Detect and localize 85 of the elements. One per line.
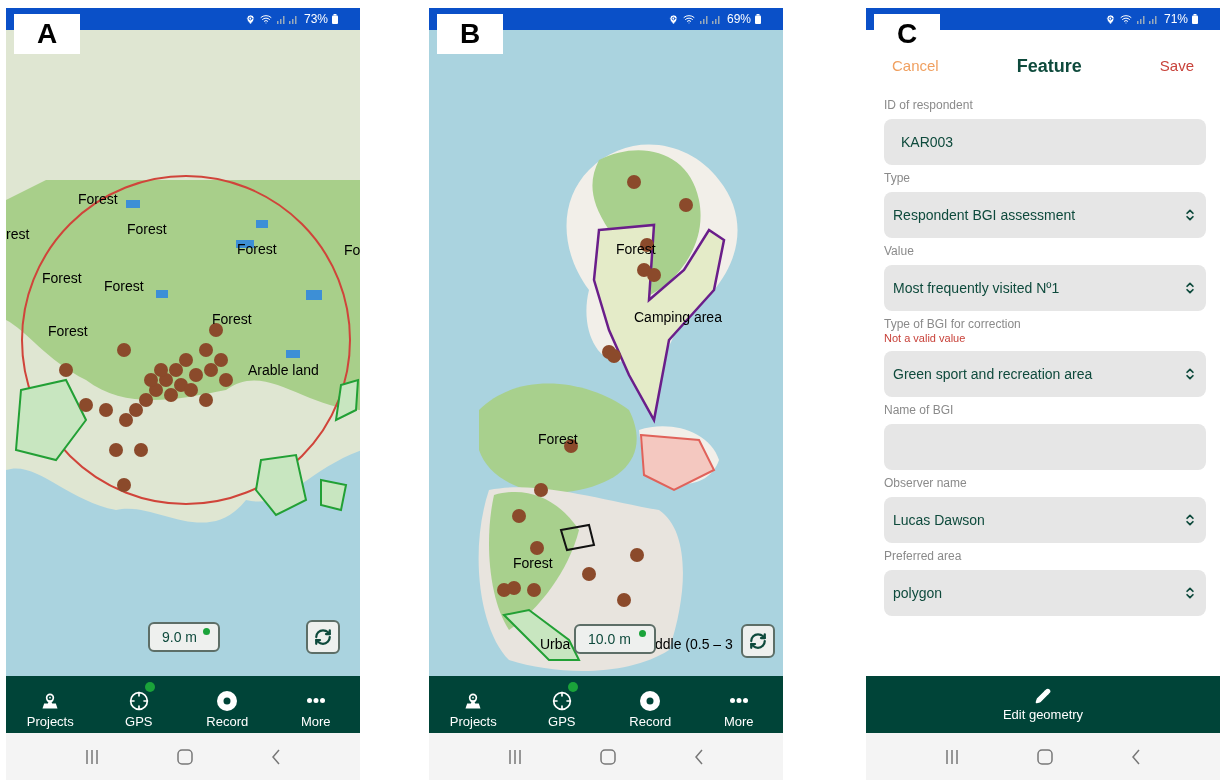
- map-label: Forest: [104, 279, 144, 293]
- recents-icon[interactable]: [508, 748, 522, 765]
- error-message: Not a valid value: [884, 333, 967, 346]
- sort-icon: [1183, 513, 1197, 527]
- refresh-icon: [314, 628, 332, 646]
- location-icon: [1104, 13, 1116, 25]
- map-label: Forest: [513, 556, 553, 570]
- back-icon[interactable]: [1131, 748, 1141, 765]
- nav-tab[interactable]: More: [280, 681, 351, 728]
- crosshair-icon: [128, 690, 149, 711]
- map-label: Forest: [237, 242, 277, 256]
- record-icon: [640, 690, 661, 711]
- panel-label: B: [437, 14, 503, 54]
- signal-icon: [698, 14, 723, 24]
- location-icon: [667, 13, 679, 25]
- more-icon: [306, 698, 325, 703]
- home-icon[interactable]: [600, 748, 616, 765]
- battery-icon: [755, 14, 761, 24]
- map-label: Forest: [127, 222, 167, 236]
- back-icon[interactable]: [694, 748, 704, 765]
- battery-icon: [332, 14, 338, 24]
- record-icon: [217, 690, 238, 711]
- nav-tab[interactable]: Record: [192, 681, 263, 728]
- accuracy-chip[interactable]: 10.0 m: [574, 624, 656, 654]
- more-icon: [729, 698, 748, 703]
- map-label: Forest: [48, 324, 88, 338]
- sort-icon: [1183, 208, 1197, 222]
- home-icon[interactable]: [1037, 748, 1053, 765]
- nav-tab[interactable]: GPS: [103, 681, 174, 728]
- wifi-icon: [682, 13, 695, 25]
- recents-icon[interactable]: [945, 748, 959, 765]
- nav-tab[interactable]: GPS: [526, 681, 597, 728]
- panel-label: A: [14, 14, 80, 54]
- map-label: ddle (0.5 – 3: [655, 637, 733, 651]
- wifi-icon: [1119, 13, 1132, 25]
- field-label: Type: [884, 170, 911, 187]
- accuracy-value: 10.0 m: [588, 629, 631, 649]
- map-label: Camping area: [634, 310, 722, 324]
- wifi-icon: [259, 13, 272, 25]
- text-field[interactable]: [884, 424, 1206, 470]
- nav-tab[interactable]: Projects: [438, 681, 509, 728]
- field-label: Observer name: [884, 475, 968, 492]
- sort-icon: [1183, 367, 1197, 381]
- text-field[interactable]: KAR003: [884, 119, 1206, 165]
- refresh-button[interactable]: [306, 620, 340, 654]
- sort-icon: [1183, 586, 1197, 600]
- accuracy-chip[interactable]: 9.0 m: [148, 622, 220, 652]
- screen-title: Feature: [1016, 54, 1082, 78]
- save-button[interactable]: Save: [1159, 54, 1194, 78]
- field-label: Preferred area: [884, 548, 963, 565]
- field-label: Value: [884, 243, 915, 260]
- map-label: Forest: [212, 312, 252, 326]
- map-label: Forest: [538, 432, 578, 446]
- pencil-icon: [1035, 688, 1051, 704]
- nav-tab[interactable]: More: [703, 681, 774, 728]
- battery-percent: 73%: [303, 13, 328, 25]
- back-icon[interactable]: [271, 748, 281, 765]
- field-label: ID of respondent: [884, 97, 974, 114]
- field-label: Name of BGI: [884, 402, 955, 419]
- battery-percent: 71%: [1163, 13, 1188, 25]
- sort-icon: [1183, 281, 1197, 295]
- signal-icon: [275, 14, 300, 24]
- map-label: Urba: [540, 637, 571, 651]
- home-icon[interactable]: [177, 748, 193, 765]
- map-label: rest: [6, 227, 30, 241]
- select-field[interactable]: Respondent BGI assessment: [884, 192, 1206, 238]
- battery-icon: [1192, 14, 1198, 24]
- map-label: Arable land: [248, 363, 319, 377]
- nav-tab[interactable]: Projects: [15, 681, 86, 728]
- refresh-button[interactable]: [741, 624, 775, 658]
- signal-icon: [1135, 14, 1160, 24]
- select-field[interactable]: Green sport and recreation area: [884, 351, 1206, 397]
- map-label: Forest: [42, 271, 82, 285]
- nav-tab[interactable]: Record: [615, 681, 686, 728]
- map-label: Fo: [344, 243, 360, 257]
- select-field[interactable]: polygon: [884, 570, 1206, 616]
- recents-icon[interactable]: [85, 748, 99, 765]
- location-icon: [244, 13, 256, 25]
- select-field[interactable]: Lucas Dawson: [884, 497, 1206, 543]
- select-field[interactable]: Most frequently visited Nº1: [884, 265, 1206, 311]
- edit-geometry-button[interactable]: Edit geometry: [1002, 688, 1084, 721]
- refresh-icon: [749, 632, 767, 650]
- accuracy-value: 9.0 m: [162, 627, 197, 647]
- crosshair-icon: [551, 690, 572, 711]
- battery-percent: 69%: [726, 13, 751, 25]
